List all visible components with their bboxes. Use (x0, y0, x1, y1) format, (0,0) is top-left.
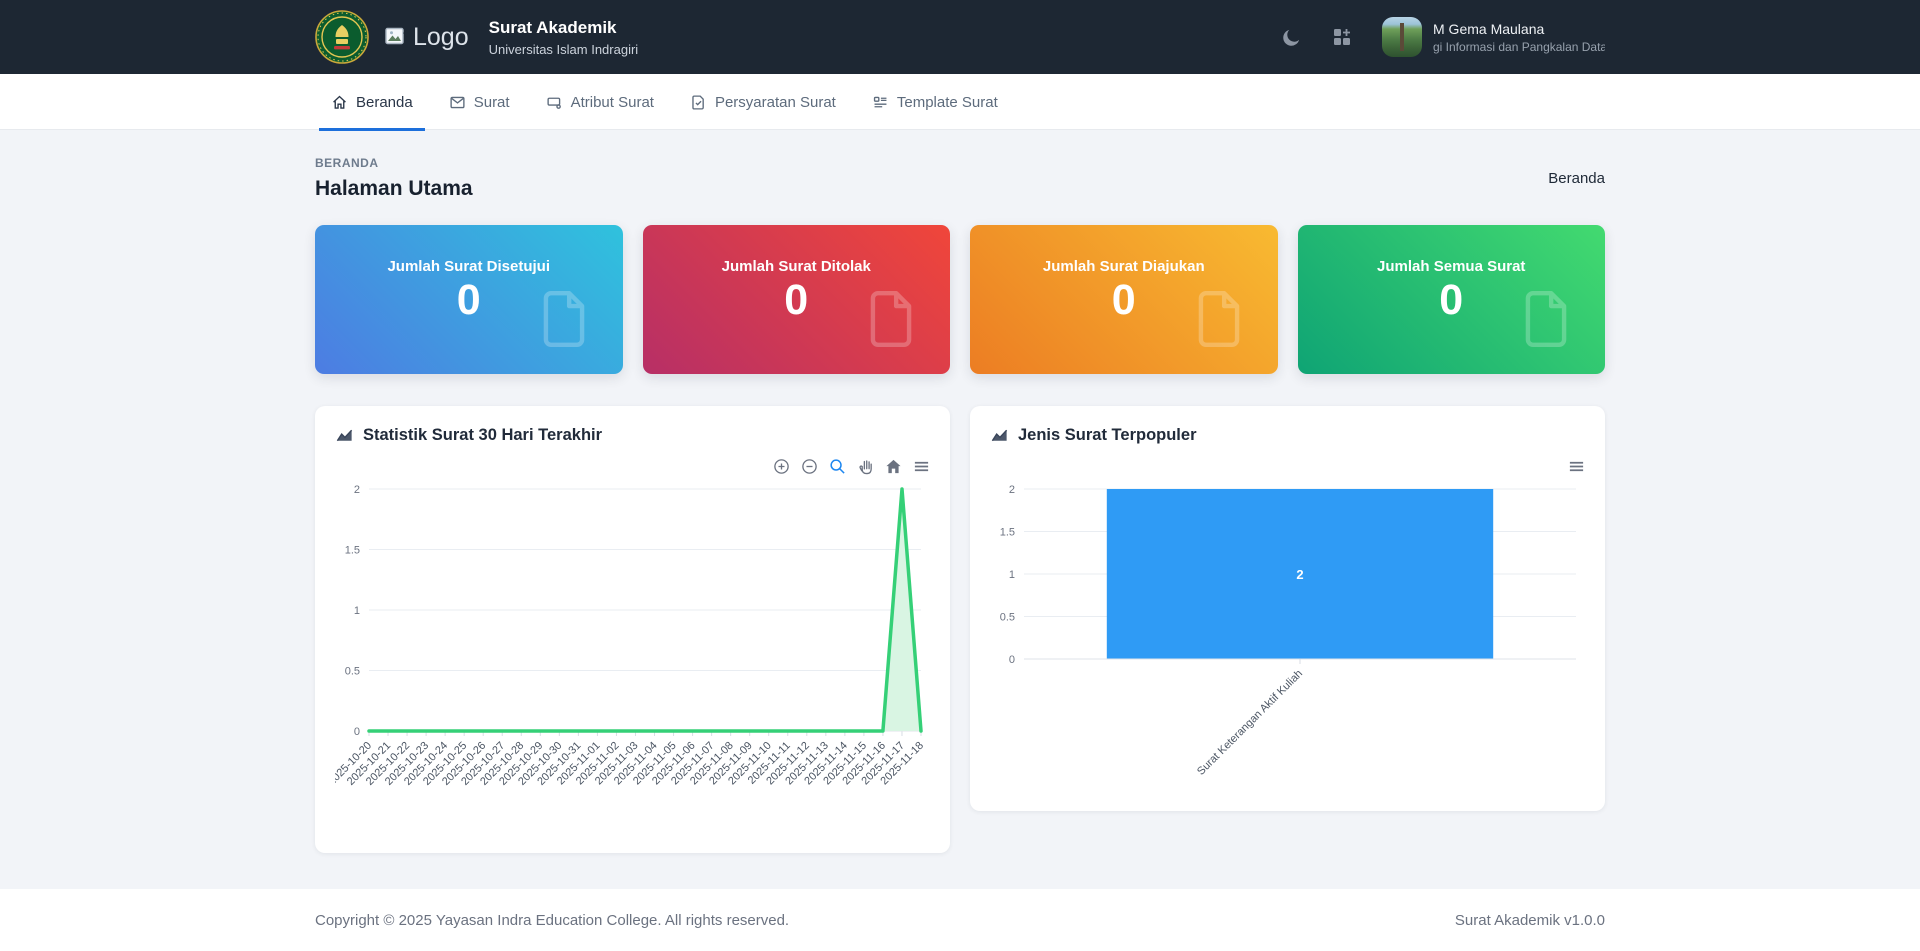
tab-label: Template Surat (897, 94, 998, 111)
tab-persyaratan-surat[interactable]: Persyaratan Surat (678, 74, 848, 130)
file-icon (860, 283, 922, 355)
brand-subtitle: Universitas Islam Indragiri (489, 42, 639, 57)
file-icon (533, 283, 595, 355)
top-navbar: Logo Surat Akademik Universitas Islam In… (0, 0, 1920, 74)
apexcharts-toolbar (990, 457, 1585, 475)
svg-text:2: 2 (354, 484, 360, 496)
tab-label: Atribut Surat (571, 94, 654, 111)
panel-title: Statistik Surat 30 Hari Terakhir (363, 426, 602, 445)
document-check-icon (690, 94, 707, 111)
broken-logo-image: Logo (385, 23, 469, 52)
svg-text:0.5: 0.5 (1000, 612, 1015, 624)
svg-text:1.5: 1.5 (1000, 527, 1015, 539)
area-chart-icon (335, 426, 354, 445)
file-icon (1188, 283, 1250, 355)
footer: Copyright © 2025 Yayasan Indra Education… (0, 889, 1920, 951)
tab-beranda[interactable]: Beranda (319, 74, 425, 130)
svg-text:0: 0 (354, 726, 360, 738)
tab-template-surat[interactable]: Template Surat (860, 74, 1010, 130)
stat-card-label: Jumlah Surat Diajukan (970, 258, 1278, 275)
broken-image-icon (385, 27, 408, 48)
pan-icon[interactable] (857, 458, 874, 475)
attribute-field-icon (546, 94, 563, 111)
footer-copyright: Copyright © 2025 Yayasan Indra Education… (315, 912, 789, 929)
dark-mode-toggle[interactable] (1281, 27, 1302, 48)
svg-text:1.5: 1.5 (345, 545, 360, 557)
template-layout-icon (872, 94, 889, 111)
user-role: gi Informasi dan Pangkalan Data (1433, 40, 1605, 54)
footer-version: Surat Akademik v1.0.0 (1455, 912, 1605, 929)
selection-zoom-icon[interactable] (829, 458, 846, 475)
stat-card-disetujui: Jumlah Surat Disetujui 0 (315, 225, 623, 374)
mail-icon (449, 94, 466, 111)
svg-text:0: 0 (1009, 654, 1015, 666)
svg-text:2: 2 (1296, 567, 1303, 582)
tab-label: Surat (474, 94, 510, 111)
stat-cards-row: Jumlah Surat Disetujui 0 Jumlah Surat Di… (315, 225, 1605, 374)
panel-jenis-surat: Jenis Surat Terpopuler 0 0.5 1 1.5 2 2 Surat K… (970, 406, 1605, 811)
svg-text:2: 2 (1009, 484, 1015, 496)
stat-card-diajukan: Jumlah Surat Diajukan 0 (970, 225, 1278, 374)
stat-card-label: Jumlah Semua Surat (1298, 258, 1606, 275)
svg-text:0.5: 0.5 (345, 666, 360, 678)
main-nav-tabbar: Beranda Surat Atribut Surat Persyaratan … (0, 74, 1920, 130)
stat-card-label: Jumlah Surat Disetujui (315, 258, 623, 275)
menu-icon[interactable] (913, 458, 930, 475)
stat-card-ditolak: Jumlah Surat Ditolak 0 (643, 225, 951, 374)
breadcrumb: Beranda (1548, 170, 1605, 187)
page-title: Halaman Utama (315, 177, 473, 201)
zoom-out-icon[interactable] (801, 458, 818, 475)
svg-text:1: 1 (354, 605, 360, 617)
panel-statistik-surat: Statistik Surat 30 Hari Terakhir (315, 406, 950, 853)
apps-grid-icon (1332, 27, 1352, 47)
area-chart-icon (990, 426, 1009, 445)
user-menu[interactable]: M Gema Maulana gi Informasi dan Pangkala… (1433, 21, 1605, 54)
apps-menu-button[interactable] (1332, 27, 1352, 47)
stat-card-label: Jumlah Surat Ditolak (643, 258, 951, 275)
brand-title: Surat Akademik (489, 18, 639, 38)
university-emblem-logo (315, 10, 369, 64)
reset-home-icon[interactable] (885, 458, 902, 475)
menu-icon[interactable] (1568, 458, 1585, 475)
apexcharts-toolbar (335, 457, 930, 475)
panel-title: Jenis Surat Terpopuler (1018, 426, 1197, 445)
tab-surat[interactable]: Surat (437, 74, 522, 130)
tab-label: Persyaratan Surat (715, 94, 836, 111)
user-avatar[interactable] (1382, 17, 1422, 57)
file-icon (1515, 283, 1577, 355)
statistik-area-chart[interactable]: 00.511.522025-10-202025-10-212025-10-222… (335, 477, 930, 849)
moon-icon (1281, 27, 1302, 48)
jenis-surat-bar-chart[interactable]: 0 0.5 1 1.5 2 2 Surat Keterangan Aktif Kuliah (990, 477, 1585, 807)
tab-atribut-surat[interactable]: Atribut Surat (534, 74, 666, 130)
home-icon (331, 94, 348, 111)
svg-text:1: 1 (1009, 569, 1015, 581)
svg-text:Surat Keterangan Aktif Kuliah: Surat Keterangan Aktif Kuliah (1195, 668, 1305, 778)
page-eyebrow: BERANDA (315, 156, 473, 170)
stat-card-semua: Jumlah Semua Surat 0 (1298, 225, 1606, 374)
zoom-in-icon[interactable] (773, 458, 790, 475)
tab-label: Beranda (356, 94, 413, 111)
user-name: M Gema Maulana (1433, 21, 1605, 37)
logo-alt-text: Logo (413, 23, 469, 52)
